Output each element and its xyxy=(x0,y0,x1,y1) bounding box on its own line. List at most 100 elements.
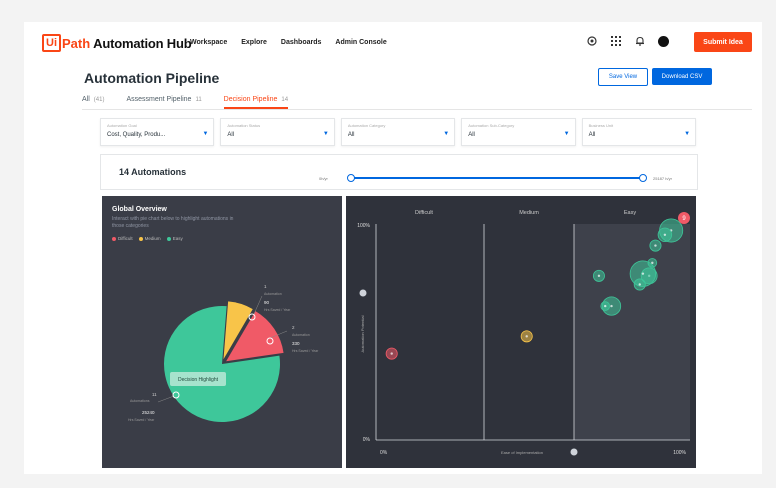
filter-value: All xyxy=(468,132,475,138)
top-header: Ui Path Automation Hub Workspace Explore… xyxy=(24,22,762,62)
filter-value: All xyxy=(588,132,596,138)
filter-automation-subcategory[interactable]: Automation Sub-Category All ▼ xyxy=(461,118,576,146)
main-nav: Workspace Explore Dashboards Admin Conso… xyxy=(190,39,387,46)
bubble-center xyxy=(663,233,667,236)
column-header-easy: Easy xyxy=(624,210,636,216)
callout-count-label: Automation xyxy=(292,333,310,337)
tabs-divider xyxy=(82,109,752,110)
chevron-down-icon: ▼ xyxy=(684,131,691,137)
save-view-button[interactable]: Save View xyxy=(598,68,648,86)
filter-business-unit[interactable]: Business Unit All ▼ xyxy=(581,118,697,146)
chevron-down-icon: ▼ xyxy=(563,131,570,137)
logo-ui-mark: Ui xyxy=(42,34,61,52)
chevron-down-icon: ▼ xyxy=(443,131,450,137)
filter-value: All xyxy=(227,132,235,138)
page: Ui Path Automation Hub Workspace Explore… xyxy=(24,22,762,474)
bubble-center xyxy=(604,304,607,308)
tab-assessment-count: 11 xyxy=(195,97,202,103)
nav-explore[interactable]: Explore xyxy=(241,39,267,46)
range-handle-min[interactable] xyxy=(347,174,355,182)
y-axis-handle[interactable] xyxy=(359,289,367,297)
pie-slices xyxy=(164,301,284,422)
bubble-center xyxy=(641,272,645,275)
global-overview-panel: Global Overview Interact with pie chart … xyxy=(102,196,342,468)
callout-hours-label: Hrs Saved / Year xyxy=(292,349,319,353)
tooltip-text: Decision Highlight xyxy=(178,377,219,383)
bubble-chart: Difficult Medium Easy 100% 0% Automation… xyxy=(357,210,690,456)
bubble-center xyxy=(525,335,528,338)
filter-label: Automation Status xyxy=(227,123,261,128)
callout-count: 2 xyxy=(292,325,295,330)
tab-decision-count: 14 xyxy=(281,97,289,103)
tab-all-count: (41) xyxy=(93,97,105,103)
chevron-down-icon: ▼ xyxy=(202,131,209,137)
uipath-logo[interactable]: Ui Path Automation Hub xyxy=(42,34,192,52)
column-header-medium: Medium xyxy=(519,210,539,216)
range-min-label: 0h/yr xyxy=(319,176,328,181)
x-tick-right: 100% xyxy=(673,450,686,456)
bell-icon[interactable] xyxy=(634,35,646,47)
help-icon[interactable] xyxy=(586,35,598,47)
filter-label: Automation Goal xyxy=(107,123,137,128)
callout-count: 1 xyxy=(264,284,267,289)
callout-hours: 90 xyxy=(264,300,270,305)
callout-hours-label: Hrs Saved / Year xyxy=(264,308,291,312)
x-axis-label: Ease of Implementation xyxy=(501,450,543,455)
bubble-center xyxy=(638,283,641,286)
nav-dashboards[interactable]: Dashboards xyxy=(281,39,321,46)
filter-label: Automation Sub-Category xyxy=(468,123,515,128)
easy-column-highlight xyxy=(574,224,690,440)
apps-grid-icon[interactable] xyxy=(610,35,622,47)
pipeline-tabs: All (41) Assessment Pipeline 11 Decision P… xyxy=(82,96,289,109)
tab-all[interactable]: All (41) xyxy=(82,96,104,109)
filter-automation-category[interactable]: Automation Category All ▼ xyxy=(340,118,456,146)
x-axis-handle[interactable] xyxy=(570,448,578,456)
nav-workspace[interactable]: Workspace xyxy=(190,39,227,46)
filter-label: Business Unit xyxy=(588,123,614,128)
automation-count: 14 Automations xyxy=(119,167,187,177)
tab-all-label: All xyxy=(82,96,90,103)
header-icons xyxy=(586,35,669,47)
tab-decision-pipeline[interactable]: Decision Pipeline 14 xyxy=(223,96,289,109)
bubble-chart-panel: Difficult Medium Easy 100% 0% Automation… xyxy=(346,196,696,468)
filters-row: Automation Goal Cost, Quality, Produ... … xyxy=(100,118,697,146)
bubble-center xyxy=(654,244,657,247)
filter-automation-status[interactable]: Automation Status All ▼ xyxy=(220,118,335,146)
callout-easy: 11 Automations 25240 Hrs Saved / Year xyxy=(128,391,180,422)
hours-range-slider[interactable] xyxy=(351,177,643,179)
y-tick-top: 100% xyxy=(357,223,370,229)
pie-tooltip: Decision Highlight xyxy=(170,372,226,386)
pie-chart: 2 Automation 330 Hrs Saved / Year 1 Auto… xyxy=(128,284,319,422)
column-header-difficult: Difficult xyxy=(415,210,433,216)
page-title: Automation Pipeline xyxy=(84,70,220,86)
callout-hours: 25240 xyxy=(142,410,155,415)
y-axis-label: Automation Potential xyxy=(360,315,365,352)
filter-label: Automation Category xyxy=(347,123,386,128)
app-name: Automation Hub xyxy=(93,35,192,51)
logo-path-text: Path xyxy=(62,35,91,51)
submit-idea-button[interactable]: Submit Idea xyxy=(694,32,752,52)
range-handle-max[interactable] xyxy=(639,174,647,182)
tab-decision-label: Decision Pipeline xyxy=(223,96,278,103)
callout-count-label: Automations xyxy=(130,399,150,403)
bubble-center xyxy=(610,304,613,308)
bubble-center xyxy=(597,274,601,278)
range-max-label: 25187 h/yr xyxy=(653,176,672,181)
avatar[interactable] xyxy=(658,35,669,47)
nav-admin-console[interactable]: Admin Console xyxy=(335,39,386,46)
bubble-center xyxy=(390,352,393,355)
tab-assessment-pipeline[interactable]: Assessment Pipeline 11 xyxy=(126,96,201,109)
y-tick-bottom: 0% xyxy=(363,437,371,443)
download-csv-button[interactable]: Download CSV xyxy=(652,68,712,85)
callout-count: 11 xyxy=(152,392,157,397)
chevron-down-icon: ▼ xyxy=(322,131,329,137)
filter-value: All xyxy=(347,132,355,138)
callout-hours-label: Hrs Saved / Year xyxy=(128,418,155,422)
x-tick-left: 0% xyxy=(380,450,388,456)
filter-automation-goal[interactable]: Automation Goal Cost, Quality, Produ... … xyxy=(100,118,215,146)
callout-count-label: Automation xyxy=(264,292,282,296)
automation-count-bar: 14 Automations 0h/yr 25187 h/yr xyxy=(100,154,698,190)
tab-assessment-label: Assessment Pipeline xyxy=(126,96,192,103)
callout-hours: 330 xyxy=(292,341,300,346)
filter-value: Cost, Quality, Produ... xyxy=(107,132,166,138)
